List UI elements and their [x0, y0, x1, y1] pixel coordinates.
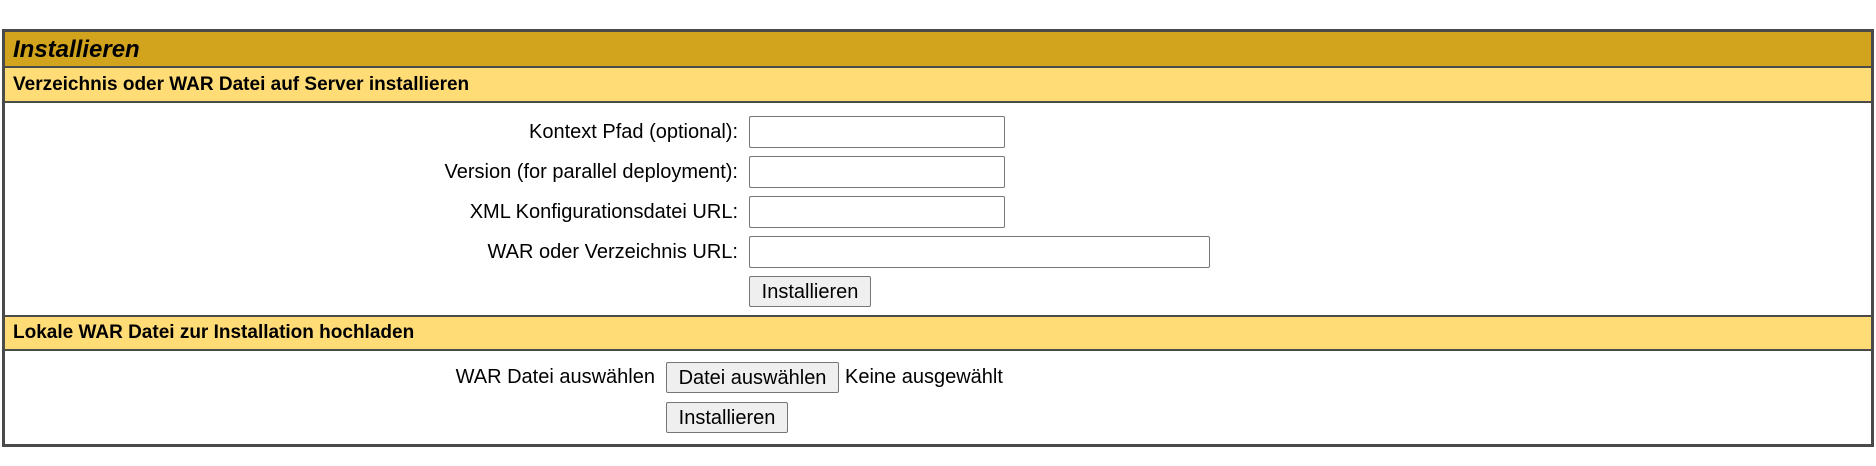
server-section-header: Verzeichnis oder WAR Datei auf Server in…	[5, 66, 1871, 103]
version-label: Version (for parallel deployment):	[444, 161, 738, 183]
no-file-status: Keine ausgewählt	[845, 366, 1003, 388]
server-section-heading: Verzeichnis oder WAR Datei auf Server in…	[13, 74, 470, 95]
context-path-input[interactable]	[749, 116, 1005, 148]
war-dir-url-label: WAR oder Verzeichnis URL:	[487, 241, 738, 263]
xml-config-url-label: XML Konfigurationsdatei URL:	[469, 201, 738, 223]
version-input[interactable]	[749, 156, 1005, 188]
context-path-label: Kontext Pfad (optional):	[528, 121, 738, 143]
war-file-label: WAR Datei auswählen	[455, 366, 655, 388]
upload-section-header: Lokale WAR Datei zur Installation hochla…	[5, 315, 1871, 351]
upload-section-heading: Lokale WAR Datei zur Installation hochla…	[13, 322, 415, 343]
panel-title-bar: Installieren	[5, 32, 1871, 68]
war-dir-url-input[interactable]	[749, 236, 1210, 268]
choose-file-button[interactable]: Datei auswählen	[666, 362, 839, 393]
server-install-button[interactable]: Installieren	[749, 276, 871, 307]
upload-install-button[interactable]: Installieren	[666, 402, 788, 433]
xml-config-url-input[interactable]	[749, 196, 1005, 228]
panel-title: Installieren	[13, 36, 140, 63]
deploy-panel: Installieren Verzeichnis oder WAR Datei …	[2, 29, 1874, 447]
